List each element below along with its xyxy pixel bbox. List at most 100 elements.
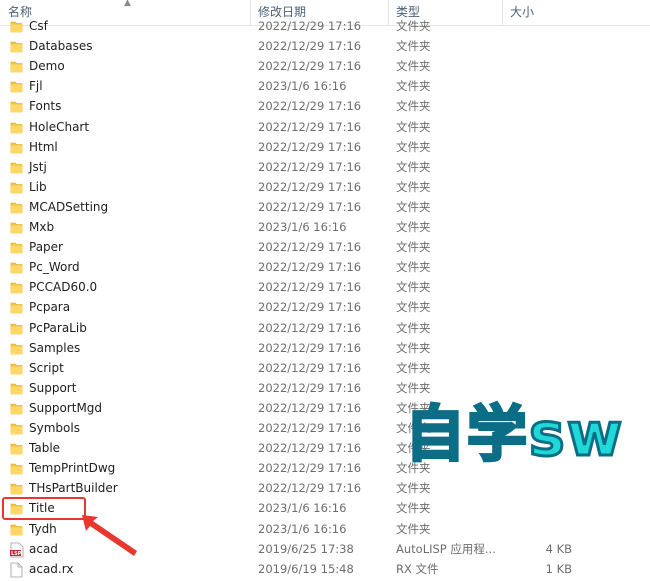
folder-icon [10, 522, 23, 536]
file-row[interactable]: Samples 2022/12/29 17:16 文件夹 [0, 338, 650, 358]
file-row[interactable]: Jstj 2022/12/29 17:16 文件夹 [0, 157, 650, 177]
file-row[interactable]: Html 2022/12/29 17:16 文件夹 [0, 137, 650, 157]
file-name: Paper [29, 240, 63, 255]
file-date: 2019/6/19 15:48 [258, 561, 354, 576]
file-row[interactable]: Pc_Word 2022/12/29 17:16 文件夹 [0, 257, 650, 277]
file-date: 2022/12/29 17:16 [258, 139, 362, 154]
file-name: Databases [29, 39, 93, 54]
red-arrow-icon [82, 515, 137, 556]
file-name: Csf [29, 19, 48, 33]
file-date: 2022/12/29 17:16 [258, 260, 362, 275]
folder-icon [10, 461, 23, 475]
file-name: Mxb [29, 220, 55, 234]
file-name: Table [29, 441, 61, 456]
file-type: 文件夹 [396, 521, 431, 536]
file-row[interactable]: Demo 2022/12/29 17:16 文件夹 [0, 56, 650, 76]
folder-icon [10, 441, 23, 455]
folder-icon [10, 79, 23, 93]
folder-icon [10, 321, 23, 335]
folder-icon [10, 160, 23, 174]
file-name: SupportMgd [29, 400, 103, 415]
file-row[interactable]: Mxb 2023/1/6 16:16 文件夹 [0, 217, 650, 237]
file-date: 2022/12/29 17:16 [258, 461, 362, 476]
file-date: 2019/6/25 17:38 [258, 541, 354, 556]
lisp-file-icon: LSP [10, 542, 24, 557]
file-row[interactable]: Lib 2022/12/29 17:16 文件夹 [0, 177, 650, 197]
file-row[interactable]: PCCAD60.0 2022/12/29 17:16 文件夹 [0, 277, 650, 297]
file-date: 2023/1/6 16:16 [258, 521, 347, 536]
file-type: RX 文件 [396, 561, 439, 576]
file-type: 文件夹 [396, 481, 431, 496]
file-date: 2022/12/29 17:16 [258, 300, 362, 315]
file-name: Samples [29, 340, 81, 355]
file-row[interactable]: Pcpara 2022/12/29 17:16 文件夹 [0, 297, 650, 317]
file-name: PCCAD60.0 [29, 280, 98, 295]
file-date: 2022/12/29 17:16 [258, 360, 362, 375]
file-type: 文件夹 [396, 501, 431, 516]
folder-icon [10, 59, 23, 73]
file-date: 2022/12/29 17:16 [258, 340, 362, 355]
file-name: Fonts [29, 99, 62, 114]
file-date: 2023/1/6 16:16 [258, 501, 347, 516]
folder-icon [10, 260, 23, 274]
file-row[interactable]: Paper 2022/12/29 17:16 文件夹 [0, 237, 650, 257]
file-name: Support [29, 380, 77, 395]
file-row[interactable]: PcParaLib 2022/12/29 17:16 文件夹 [0, 318, 650, 338]
file-date: 2022/12/29 17:16 [258, 19, 362, 33]
file-name: Pc_Word [29, 260, 80, 275]
file-type: 文件夹 [396, 199, 431, 214]
file-date: 2022/12/29 17:16 [258, 240, 362, 255]
folder-icon [10, 401, 23, 415]
file-name: PcParaLib [29, 320, 87, 335]
file-row[interactable]: THsPartBuilder 2022/12/29 17:16 文件夹 [0, 478, 650, 498]
folder-icon [10, 341, 23, 355]
file-name: Script [29, 360, 64, 375]
folder-icon [10, 180, 23, 194]
folder-icon [10, 361, 23, 375]
file-type: 文件夹 [396, 39, 431, 54]
file-size: 1 KB [545, 561, 572, 576]
file-row[interactable]: Databases 2022/12/29 17:16 文件夹 [0, 36, 650, 56]
file-date: 2022/12/29 17:16 [258, 280, 362, 295]
file-row[interactable]: Csf 2022/12/29 17:16 文件夹 [0, 16, 650, 36]
file-row[interactable]: acad.rx 2019/6/19 15:48 RX 文件 1 KB [0, 559, 650, 579]
sort-up-icon: ▲ [124, 0, 131, 8]
file-name: THsPartBuilder [29, 481, 118, 496]
file-name: Jstj [29, 159, 47, 174]
file-date: 2022/12/29 17:16 [258, 481, 362, 496]
file-date: 2022/12/29 17:16 [258, 59, 362, 74]
file-date: 2023/1/6 16:16 [258, 79, 347, 94]
file-row[interactable]: HoleChart 2022/12/29 17:16 文件夹 [0, 117, 650, 137]
file-name: Demo [29, 59, 65, 74]
folder-icon [10, 200, 23, 214]
folder-icon [10, 120, 23, 134]
file-date: 2022/12/29 17:16 [258, 159, 362, 174]
file-date: 2022/12/29 17:16 [258, 199, 362, 214]
file-row[interactable]: Fjl 2023/1/6 16:16 文件夹 [0, 76, 650, 96]
file-row[interactable]: Script 2022/12/29 17:16 文件夹 [0, 358, 650, 378]
file-date: 2022/12/29 17:16 [258, 119, 362, 134]
file-date: 2022/12/29 17:16 [258, 441, 362, 456]
file-type: 文件夹 [396, 360, 431, 375]
file-type: 文件夹 [396, 119, 431, 134]
file-name: Html [29, 139, 58, 154]
file-row[interactable]: Fonts 2022/12/29 17:16 文件夹 [0, 96, 650, 116]
file-date: 2022/12/29 17:16 [258, 421, 362, 435]
file-date: 2023/1/6 16:16 [258, 220, 347, 234]
file-type: 文件夹 [396, 240, 431, 255]
file-row[interactable]: MCADSetting 2022/12/29 17:16 文件夹 [0, 197, 650, 217]
svg-text:LSP: LSP [11, 551, 22, 557]
file-size: 4 KB [545, 541, 572, 556]
file-date: 2022/12/29 17:16 [258, 39, 362, 54]
file-date: 2022/12/29 17:16 [258, 320, 362, 335]
folder-icon [10, 240, 23, 254]
file-name: acad.rx [29, 561, 74, 576]
file-name: MCADSetting [29, 199, 109, 214]
highlight-box [2, 497, 86, 520]
file-type: 文件夹 [396, 179, 431, 194]
file-type: 文件夹 [396, 220, 431, 234]
folder-icon [10, 280, 23, 294]
folder-icon [10, 381, 23, 395]
file-icon [10, 562, 23, 578]
file-type: 文件夹 [396, 139, 431, 154]
